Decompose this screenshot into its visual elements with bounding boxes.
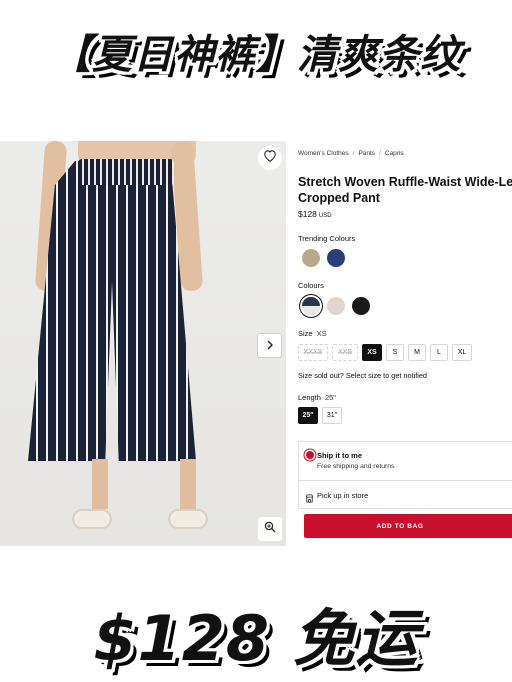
swatch-black[interactable]	[352, 297, 370, 315]
size-label: Size XS	[298, 329, 327, 338]
colours-label: Colours	[298, 281, 324, 290]
length-label: Length 25"	[298, 393, 336, 402]
wishlist-button[interactable]	[258, 146, 282, 170]
breadcrumb-separator: /	[379, 150, 381, 157]
store-icon	[305, 490, 314, 508]
size-notify-link[interactable]: Size sold out? Select size to get notifi…	[298, 371, 427, 380]
promo-title-top: 【夏日神裤】清爽条纹	[51, 32, 461, 78]
chevron-right-icon	[266, 337, 274, 355]
trending-colours-label: Trending Colours	[298, 234, 356, 243]
model-leg-left	[92, 459, 108, 509]
breadcrumb-separator: /	[352, 150, 355, 157]
length-label-text: Length	[298, 393, 321, 402]
product-details-panel: Women's Clothes / Pants / Capris Stretch Wov…	[298, 141, 512, 546]
ship-radio-selected[interactable]	[306, 451, 314, 459]
swatch-navy-stripe[interactable]	[302, 297, 320, 315]
breadcrumb-capris[interactable]: Capris	[385, 150, 404, 157]
pickup-in-store-option[interactable]: Pick up in store	[298, 481, 512, 509]
striped-pants-graphic	[28, 161, 196, 461]
size-option-l[interactable]: L	[430, 344, 448, 361]
ruffle-waist-graphic	[78, 159, 174, 185]
size-selected-value: XS	[316, 329, 327, 338]
product-page-screenshot: Women's Clothes / Pants / Capris Stretch Wov…	[0, 141, 512, 546]
breadcrumb-pants[interactable]: Pants	[358, 150, 375, 157]
breadcrumb-womens-clothes[interactable]: Women's Clothes	[298, 150, 349, 157]
product-price: $128 USD	[298, 209, 332, 219]
sandal-left	[72, 509, 112, 529]
size-option-xs[interactable]: XS	[362, 344, 382, 361]
ship-subtitle: Free shipping and returns	[317, 463, 395, 470]
sandal-right	[168, 509, 208, 529]
size-label-text: Size	[298, 329, 313, 338]
product-title: Stretch Woven Ruffle-Waist Wide-Leg Crop…	[298, 175, 512, 205]
size-option-s[interactable]: S	[386, 344, 404, 361]
pickup-label: Pick up in store	[317, 491, 369, 500]
size-option-xl[interactable]: XL	[452, 344, 472, 361]
zoom-button[interactable]	[258, 517, 282, 541]
product-image[interactable]	[0, 141, 286, 546]
add-to-bag-button[interactable]: ADD TO BAG	[304, 514, 512, 538]
price-currency: USD	[318, 213, 332, 219]
size-option-xxxs[interactable]: XXXS	[298, 344, 328, 361]
length-option-25[interactable]: 25"	[298, 407, 318, 424]
size-option-m[interactable]: M	[408, 344, 426, 361]
breadcrumb: Women's Clothes / Pants / Capris	[298, 150, 404, 157]
next-image-button[interactable]	[257, 333, 282, 358]
swatch-khaki[interactable]	[302, 249, 320, 267]
length-option-31[interactable]: 31"	[322, 407, 342, 424]
price-amount: $128	[298, 209, 317, 219]
swatch-navy[interactable]	[327, 249, 345, 267]
ship-to-me-option[interactable]: Ship it to me Free shipping and returns	[298, 441, 512, 481]
ship-title: Ship it to me	[317, 451, 362, 460]
zoom-in-icon	[264, 520, 276, 538]
swatch-bone[interactable]	[327, 297, 345, 315]
heart-icon	[263, 149, 277, 167]
length-selected-value: 25"	[324, 393, 336, 402]
model-leg-right	[180, 459, 196, 509]
promo-title-bottom: $128 免运	[93, 602, 419, 675]
size-option-xxs[interactable]: XXS	[332, 344, 358, 361]
